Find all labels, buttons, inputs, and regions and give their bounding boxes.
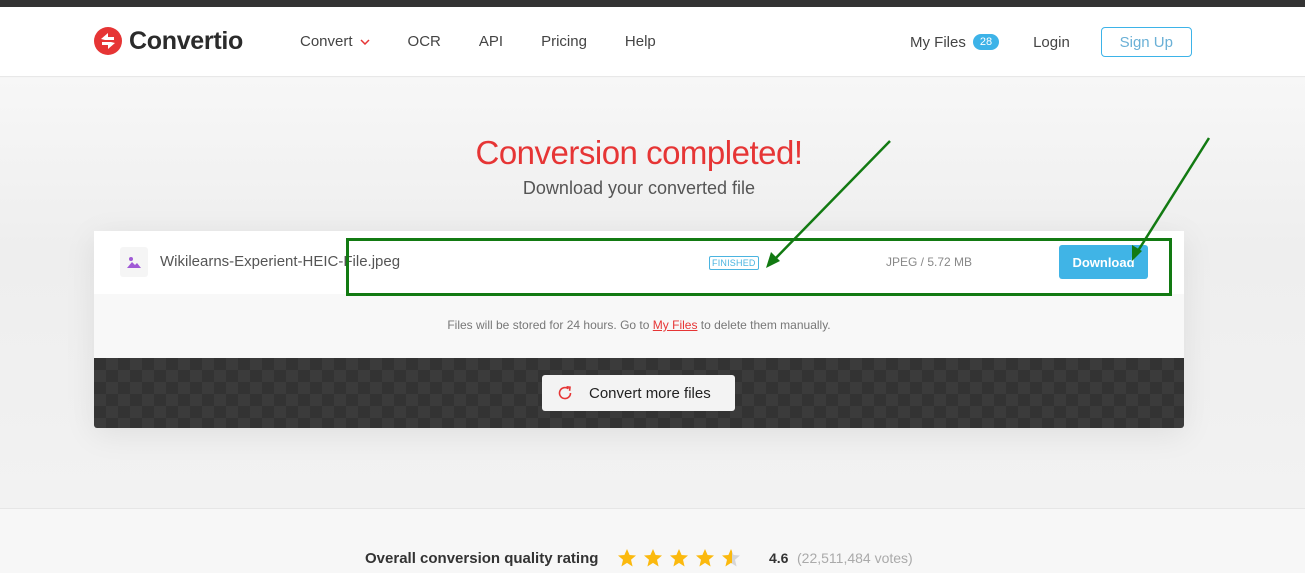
convert-more-area: Convert more files xyxy=(94,358,1184,428)
nav-convert[interactable]: Convert xyxy=(300,33,370,50)
download-button[interactable]: Download xyxy=(1059,245,1148,279)
my-files-count-badge: 28 xyxy=(972,34,1000,50)
header: Convertio Convert OCR API Pricing Help M… xyxy=(0,7,1305,77)
rating-stars[interactable] xyxy=(617,548,741,568)
file-row: Wikilearns-Experient-HEIC-File.jpeg FINI… xyxy=(94,231,1184,294)
nav-ocr[interactable]: OCR xyxy=(408,33,441,50)
my-files-label: My Files xyxy=(910,33,966,51)
page-title: Conversion completed! xyxy=(475,134,803,171)
nav-pricing[interactable]: Pricing xyxy=(541,33,587,50)
nav-help[interactable]: Help xyxy=(625,33,656,50)
image-icon xyxy=(120,247,148,277)
my-files-link[interactable]: My Files 28 xyxy=(910,33,1000,51)
account-nav: My Files 28 Login Sign Up xyxy=(910,27,1192,57)
star-icon xyxy=(618,549,636,567)
status-badge: FINISHED xyxy=(709,256,759,270)
nav-convert-label: Convert xyxy=(300,33,353,50)
storage-info-text: Files will be stored for 24 hours. Go to xyxy=(447,318,653,332)
rating-label: Overall conversion quality rating xyxy=(365,550,599,567)
half-star-icon xyxy=(722,549,740,567)
storage-info-text-end: to delete them manually. xyxy=(697,318,831,332)
refresh-icon xyxy=(558,386,572,400)
logo-text: Convertio xyxy=(129,26,243,55)
convert-more-button[interactable]: Convert more files xyxy=(542,375,735,411)
star-icon xyxy=(696,549,714,567)
my-files-inline-link[interactable]: My Files xyxy=(653,318,698,332)
main-nav: Convert OCR API Pricing Help xyxy=(300,33,656,50)
nav-api[interactable]: API xyxy=(479,33,503,50)
storage-info: Files will be stored for 24 hours. Go to… xyxy=(94,294,1184,358)
login-link[interactable]: Login xyxy=(1033,34,1070,51)
star-icon xyxy=(670,549,688,567)
star-icon xyxy=(644,549,662,567)
logo[interactable]: Convertio xyxy=(93,26,243,56)
file-name: Wikilearns-Experient-HEIC-File.jpeg xyxy=(160,253,401,270)
conversion-card: Wikilearns-Experient-HEIC-File.jpeg FINI… xyxy=(94,231,1184,428)
file-meta: JPEG / 5.72 MB xyxy=(886,255,973,269)
signup-button[interactable]: Sign Up xyxy=(1100,27,1192,57)
top-strip xyxy=(0,0,1305,7)
convert-more-label: Convert more files xyxy=(589,384,711,402)
chevron-down-icon xyxy=(360,38,370,45)
convertio-logo-icon xyxy=(94,27,122,55)
page-subtitle: Download your converted file xyxy=(522,178,756,198)
rating-value: 4.6 xyxy=(769,550,789,566)
rating-votes: (22,511,484 votes) xyxy=(797,550,913,566)
